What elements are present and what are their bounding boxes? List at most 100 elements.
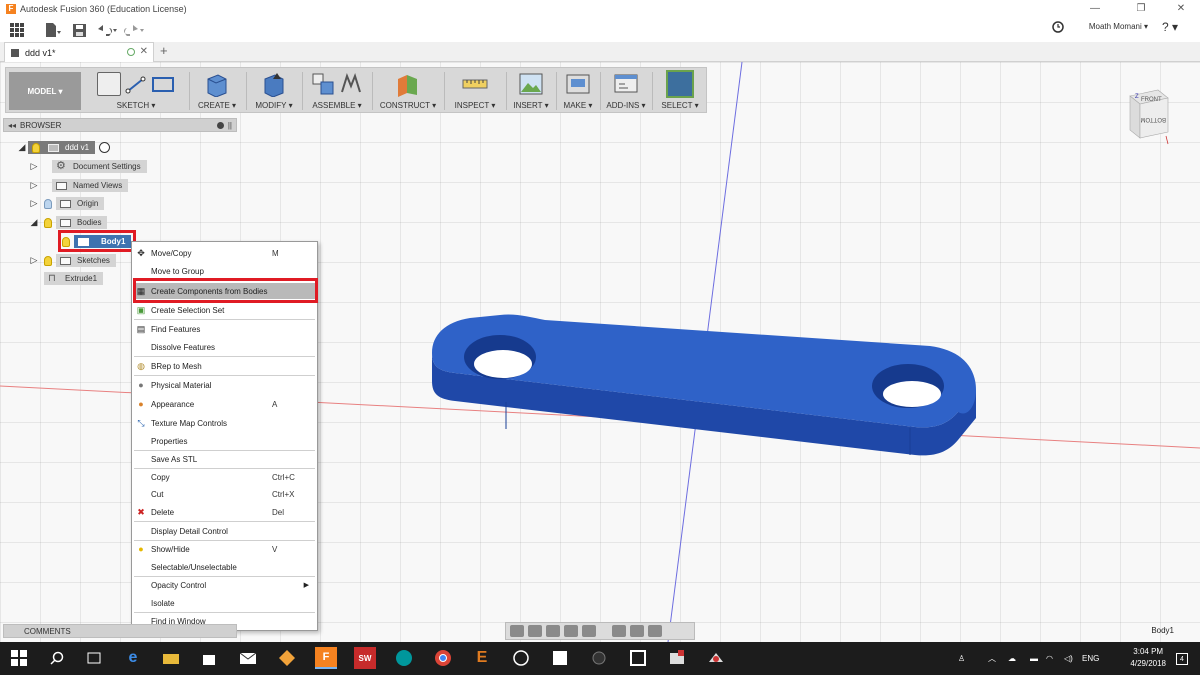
app-circle-icon[interactable] — [510, 647, 532, 669]
redo-icon[interactable] — [124, 20, 146, 40]
measure-icon[interactable] — [462, 74, 488, 94]
pan-icon[interactable] — [546, 625, 560, 637]
sketch-group[interactable]: SKETCH ▾ — [86, 70, 186, 112]
undo-icon[interactable] — [96, 20, 118, 40]
app-tool-icon[interactable] — [705, 647, 727, 669]
workspace-switcher-button[interactable]: MODEL ▾ — [9, 72, 81, 110]
rectangle-icon[interactable] — [151, 73, 175, 95]
wifi-icon[interactable]: ◠ — [1046, 642, 1053, 675]
grid-settings-icon[interactable] — [630, 625, 644, 637]
browser-options-icon[interactable] — [217, 122, 224, 129]
user-account-menu[interactable]: Moath Momani ▾ — [1089, 22, 1148, 31]
browser-item-origin[interactable]: ▷ Origin — [28, 197, 105, 210]
add-ins-group[interactable]: ADD-INS ▾ — [603, 70, 649, 112]
collapse-arrow-icon[interactable]: ◢ — [16, 142, 28, 153]
menu-item-move-to-group[interactable]: Move to Group — [134, 263, 315, 279]
visibility-bulb-icon[interactable] — [44, 217, 52, 228]
browser-pin-icon[interactable]: || — [228, 121, 232, 130]
menu-item-cut[interactable]: Cut Ctrl+X — [134, 486, 315, 502]
data-panel-grid-icon[interactable] — [6, 20, 28, 40]
mail-icon[interactable] — [237, 647, 259, 669]
menu-item-delete[interactable]: ✖ Delete Del — [134, 504, 315, 520]
visibility-bulb-icon[interactable] — [44, 255, 52, 266]
make-group[interactable]: MAKE ▾ — [559, 70, 597, 112]
zoom-icon[interactable] — [564, 625, 578, 637]
windows-start-icon[interactable] — [8, 647, 30, 669]
app-square-icon[interactable] — [627, 647, 649, 669]
expand-arrow-icon[interactable]: ▷ — [28, 198, 40, 209]
search-icon[interactable] — [46, 647, 68, 669]
offset-plane-icon[interactable] — [395, 71, 421, 97]
collapse-arrow-icon[interactable]: ◢ — [28, 217, 40, 228]
chrome-icon[interactable] — [432, 647, 454, 669]
menu-item-move-copy[interactable]: ✥ Move/Copy M — [134, 245, 315, 261]
browser-panel-header[interactable]: ◂◂ BROWSER || — [3, 118, 237, 132]
activate-component-icon[interactable] — [99, 142, 111, 153]
menu-item-dissolve-features[interactable]: Dissolve Features — [134, 339, 315, 355]
menu-item-appearance[interactable]: ● Appearance A — [134, 396, 315, 412]
store-icon[interactable] — [198, 647, 220, 669]
menu-item-brep-to-mesh[interactable]: ◍ BRep to Mesh — [134, 358, 315, 374]
restore-button[interactable]: ❐ — [1126, 0, 1156, 18]
joint-icon[interactable] — [339, 72, 363, 96]
browser-item-sketches[interactable]: ▷ Sketches — [28, 254, 116, 267]
viewports-icon[interactable] — [648, 625, 662, 637]
browser-item-bodies[interactable]: ◢ Bodies — [28, 216, 108, 229]
select-group[interactable]: SELECT ▾ — [655, 70, 705, 112]
file-menu-icon[interactable] — [42, 20, 64, 40]
menu-item-find-features[interactable]: ▤ Find Features — [134, 321, 315, 337]
visibility-bulb-icon[interactable] — [32, 142, 40, 153]
insert-group[interactable]: INSERT ▾ — [509, 70, 553, 112]
browser-item-document-settings[interactable]: ▷ ⚙ Document Settings — [28, 160, 147, 173]
expand-arrow-icon[interactable]: ▷ — [28, 180, 40, 191]
3d-print-icon[interactable] — [566, 72, 590, 96]
new-component-icon[interactable] — [311, 72, 335, 96]
fit-icon[interactable] — [582, 625, 596, 637]
select-tool-icon[interactable] — [666, 70, 694, 98]
menu-item-selectable-unselectable[interactable]: Selectable/Unselectable — [134, 559, 315, 575]
arduino-icon[interactable] — [393, 647, 415, 669]
people-icon[interactable]: ♙ — [958, 642, 965, 675]
menu-item-copy[interactable]: Copy Ctrl+C — [134, 469, 315, 485]
eclipse-e-icon[interactable]: E — [471, 647, 493, 669]
menu-item-properties[interactable]: Properties — [134, 433, 315, 449]
app-dark-icon[interactable] — [588, 647, 610, 669]
volume-icon[interactable]: ◁) — [1064, 642, 1073, 675]
press-pull-icon[interactable] — [261, 71, 287, 97]
edge-browser-icon[interactable]: e — [122, 647, 144, 669]
browser-root-row[interactable]: ◢ ddd v1 — [16, 141, 111, 154]
minimize-button[interactable]: — — [1080, 0, 1110, 18]
save-icon[interactable] — [68, 20, 90, 40]
scripts-add-ins-icon[interactable] — [614, 72, 638, 96]
viewcube[interactable]: Z FRONT BOTTOM — [1128, 86, 1170, 146]
orbit-icon[interactable] — [510, 625, 524, 637]
menu-item-save-as-stl[interactable]: Save As STL — [134, 451, 315, 467]
browser-item-named-views[interactable]: ▷ Named Views — [28, 179, 129, 192]
extrude-icon[interactable] — [204, 71, 230, 97]
fusion-360-taskbar-icon[interactable]: F — [315, 647, 337, 669]
expand-arrow-icon[interactable]: ▷ — [28, 161, 40, 172]
tray-app-icon[interactable]: ▬ — [1030, 642, 1038, 675]
menu-item-create-selection-set[interactable]: ▣ Create Selection Set — [134, 302, 315, 318]
file-explorer-icon[interactable] — [160, 647, 182, 669]
document-tab[interactable]: ddd v1* ✕ — [4, 42, 154, 62]
create-sketch-icon[interactable] — [97, 72, 121, 96]
timeline-item-extrude1[interactable]: ⊓ Extrude1 — [44, 272, 104, 285]
task-view-icon[interactable] — [83, 647, 105, 669]
solidworks-icon[interactable]: SW — [354, 647, 376, 669]
tray-chevron-up-icon[interactable]: ︿ — [988, 642, 996, 675]
create-group[interactable]: CREATE ▾ — [192, 70, 242, 112]
menu-item-texture-map-controls[interactable]: ⤡ Texture Map Controls — [134, 415, 315, 431]
line-icon[interactable] — [125, 73, 147, 95]
onedrive-cloud-icon[interactable]: ☁ — [1008, 642, 1016, 675]
menu-item-physical-material[interactable]: ● Physical Material — [134, 377, 315, 393]
display-settings-icon[interactable] — [612, 625, 626, 637]
modify-group[interactable]: MODIFY ▾ — [249, 70, 299, 112]
look-at-icon[interactable] — [528, 625, 542, 637]
visibility-bulb-off-icon[interactable] — [44, 198, 52, 209]
menu-item-show-hide[interactable]: ● Show/Hide V — [134, 541, 315, 557]
notes-app-icon[interactable] — [549, 647, 571, 669]
menu-item-isolate[interactable]: Isolate — [134, 595, 315, 611]
assemble-group[interactable]: ASSEMBLE ▾ — [305, 70, 369, 112]
close-button[interactable]: ✕ — [1166, 0, 1196, 18]
